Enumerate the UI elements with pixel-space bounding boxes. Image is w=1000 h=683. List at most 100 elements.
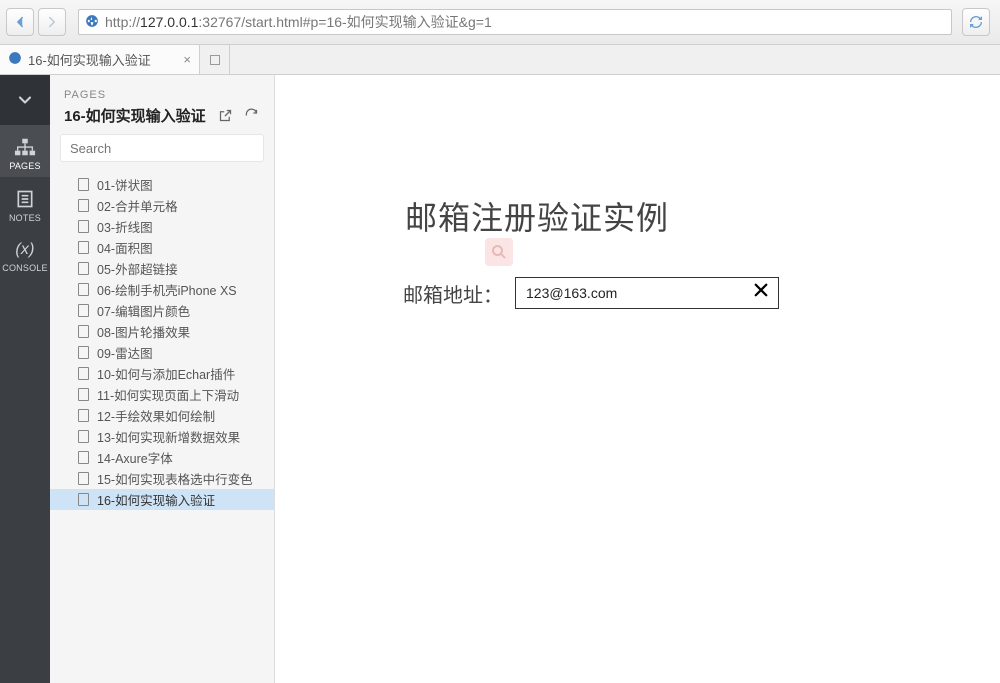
browser-toolbar: http://127.0.0.1:32767/start.html#p=16-如… [0, 0, 1000, 45]
sidebar-page-item[interactable]: 03-折线图 [50, 216, 274, 237]
email-label: 邮箱地址： [403, 279, 503, 308]
browser-tab[interactable]: 16-如何实现输入验证 × [0, 45, 200, 74]
rail-notes[interactable]: NOTES [0, 177, 50, 229]
sidebar-page-item[interactable]: 11-如何实现页面上下滑动 [50, 384, 274, 405]
page-icon [78, 262, 89, 275]
sidebar-page-label: 03-折线图 [97, 217, 153, 236]
arrow-right-icon [43, 13, 61, 31]
page-title: 16-如何实现输入验证 [64, 105, 208, 126]
sidebar-page-item[interactable]: 14-Axure字体 [50, 447, 274, 468]
sidebar-page-label: 08-图片轮播效果 [97, 322, 190, 341]
url-path: :32767/start.html#p=16-如何实现输入验证&g=1 [198, 12, 491, 32]
refresh-icon [968, 14, 984, 30]
page-icon [78, 409, 89, 422]
sidebar-page-label: 12-手绘效果如何绘制 [97, 406, 215, 425]
sidebar-section-label: PAGES [64, 89, 260, 101]
page-icon [78, 241, 89, 254]
variable-icon: (x) [0, 241, 50, 259]
search-watermark-icon [485, 238, 513, 266]
sidebar-page-label: 14-Axure字体 [97, 448, 173, 467]
page-icon [78, 388, 89, 401]
new-tab-button[interactable] [200, 45, 230, 74]
search-input[interactable] [60, 134, 264, 162]
refresh-page-button[interactable] [242, 107, 260, 125]
new-tab-icon [209, 54, 221, 66]
nav-forward-button[interactable] [38, 8, 66, 36]
page-icon [78, 325, 89, 338]
rail-notes-label: NOTES [9, 213, 41, 223]
ie-favicon-icon [85, 14, 99, 31]
nav-back-button[interactable] [6, 8, 34, 36]
tab-strip: 16-如何实现输入验证 × [0, 45, 1000, 75]
rail-pages-label: PAGES [9, 161, 40, 171]
sidebar-page-item[interactable]: 07-编辑图片颜色 [50, 300, 274, 321]
close-icon [752, 281, 770, 299]
url-host: 127.0.0.1 [140, 14, 198, 30]
sidebar-page-item[interactable]: 01-饼状图 [50, 174, 274, 195]
sidebar-page-label: 11-如何实现页面上下滑动 [97, 385, 239, 404]
sidebar-header: PAGES 16-如何实现输入验证 [50, 75, 274, 134]
page-icon [78, 178, 89, 191]
page-icon [78, 451, 89, 464]
sidebar-page-item[interactable]: 12-手绘效果如何绘制 [50, 405, 274, 426]
sidebar-page-item[interactable]: 08-图片轮播效果 [50, 321, 274, 342]
sidebar-page-label: 16-如何实现输入验证 [97, 490, 215, 509]
sidebar-page-item[interactable]: 06-绘制手机壳iPhone XS [50, 279, 274, 300]
clear-input-button[interactable] [746, 281, 770, 305]
share-button[interactable] [216, 107, 234, 125]
sitemap-icon [14, 137, 36, 157]
tab-favicon-icon [8, 51, 22, 68]
share-icon [218, 108, 233, 123]
sidebar-page-label: 06-绘制手机壳iPhone XS [97, 280, 237, 299]
page-icon [78, 283, 89, 296]
sidebar-page-item[interactable]: 09-雷达图 [50, 342, 274, 363]
content-heading: 邮箱注册验证实例 [405, 193, 669, 239]
page-icon [78, 304, 89, 317]
sidebar-page-item[interactable]: 05-外部超链接 [50, 258, 274, 279]
page-tree[interactable]: 01-饼状图 02-合并单元格 03-折线图 04-面积图 05-外部超链接 06-绘制手… [50, 170, 274, 683]
sidebar-page-label: 15-如何实现表格选中行变色 [97, 469, 253, 488]
app-body: PAGES NOTES (x) CONSOLE PAGES 16-如何实现输入验… [0, 75, 1000, 683]
url-scheme: http:// [105, 14, 140, 30]
notes-icon [15, 189, 35, 209]
sidebar-page-label: 10-如何与添加Echar插件 [97, 364, 235, 383]
page-icon [78, 346, 89, 359]
page-icon [78, 367, 89, 380]
address-bar[interactable]: http://127.0.0.1:32767/start.html#p=16-如… [78, 9, 952, 35]
tab-close-button[interactable]: × [183, 52, 191, 67]
rail-console-label: CONSOLE [2, 263, 47, 273]
sidebar-page-label: 01-饼状图 [97, 175, 153, 194]
sidebar-page-label: 04-面积图 [97, 238, 153, 257]
sidebar-page-item[interactable]: 13-如何实现新增数据效果 [50, 426, 274, 447]
page-icon [78, 430, 89, 443]
sidebar-page-item[interactable]: 04-面积图 [50, 237, 274, 258]
tab-title: 16-如何实现输入验证 [28, 50, 151, 69]
page-icon [78, 199, 89, 212]
rail-pages[interactable]: PAGES [0, 125, 50, 177]
email-input-wrap [515, 277, 779, 309]
arrow-left-icon [11, 13, 29, 31]
sidebar-page-label: 13-如何实现新增数据效果 [97, 427, 240, 446]
canvas: 邮箱注册验证实例 邮箱地址： [275, 75, 1000, 683]
rail-collapse-button[interactable] [0, 75, 50, 125]
page-icon [78, 493, 89, 506]
email-form-row: 邮箱地址： [403, 277, 779, 309]
page-icon [78, 472, 89, 485]
sidebar-page-item[interactable]: 02-合并单元格 [50, 195, 274, 216]
sidebar-page-item[interactable]: 15-如何实现表格选中行变色 [50, 468, 274, 489]
sidebar-page-label: 07-编辑图片颜色 [97, 301, 190, 320]
sidebar-page-item[interactable]: 10-如何与添加Echar插件 [50, 363, 274, 384]
sidebar-page-label: 09-雷达图 [97, 343, 153, 362]
rotate-icon [244, 108, 259, 123]
email-field[interactable] [524, 284, 746, 302]
sidebar-page-item[interactable]: 16-如何实现输入验证 [50, 489, 274, 510]
page-icon [78, 220, 89, 233]
rail-console[interactable]: (x) CONSOLE [0, 229, 50, 279]
left-rail: PAGES NOTES (x) CONSOLE [0, 75, 50, 683]
sidebar-page-label: 05-外部超链接 [97, 259, 178, 278]
sidebar: PAGES 16-如何实现输入验证 01-饼状图 02-合并单元格 03-折线图 04… [50, 75, 275, 683]
chevron-down-icon [15, 90, 35, 110]
sidebar-page-label: 02-合并单元格 [97, 196, 178, 215]
sidebar-search [50, 134, 274, 170]
refresh-button[interactable] [962, 8, 990, 36]
